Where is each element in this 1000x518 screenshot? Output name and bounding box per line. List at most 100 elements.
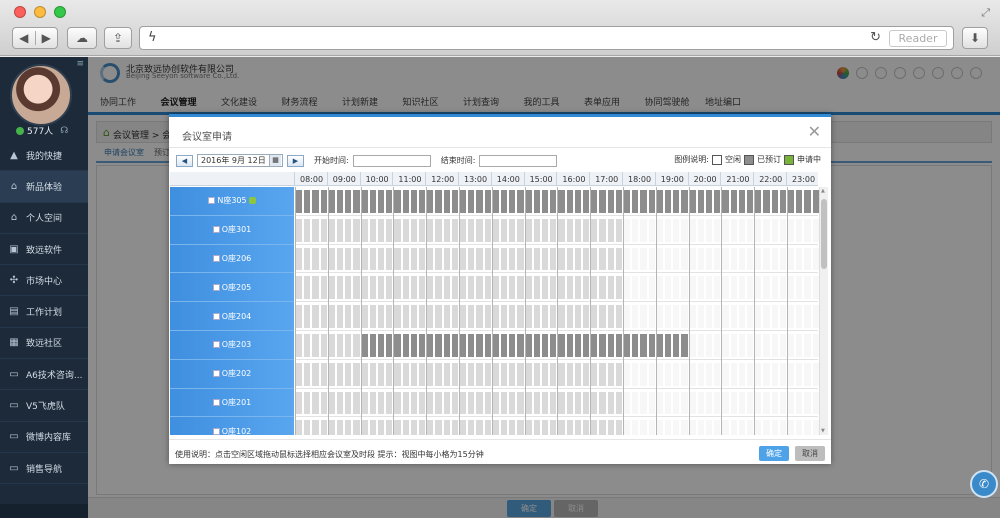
- time-slot-cell[interactable]: [681, 247, 688, 271]
- time-slot-cell[interactable]: [566, 420, 573, 435]
- time-slot-cell[interactable]: [296, 247, 303, 271]
- time-slot-cell[interactable]: [722, 305, 729, 328]
- time-slot-cell[interactable]: [427, 420, 434, 435]
- time-slot-cell[interactable]: [722, 276, 729, 300]
- time-slot-cell[interactable]: [673, 362, 680, 386]
- time-slot-cell[interactable]: [591, 391, 598, 415]
- time-slot-cell[interactable]: [689, 305, 696, 328]
- room-checkbox[interactable]: [212, 370, 220, 378]
- time-slot-cell[interactable]: [402, 247, 409, 271]
- time-slot-cell[interactable]: [738, 420, 745, 435]
- time-slot-cell[interactable]: [599, 190, 606, 213]
- time-slot-cell[interactable]: [796, 391, 803, 415]
- time-slot-cell[interactable]: [312, 190, 319, 213]
- time-slot-cell[interactable]: [796, 305, 803, 328]
- time-slot-cell[interactable]: [460, 247, 467, 271]
- time-slot-cell[interactable]: [796, 334, 803, 357]
- grid-scrollbar[interactable]: ▲ ▼: [819, 187, 828, 435]
- time-slot-cell[interactable]: [681, 362, 688, 386]
- time-slot-cell[interactable]: [632, 362, 639, 386]
- sidebar-item[interactable]: ⌂ 个人空间: [0, 203, 88, 234]
- time-slot-cell[interactable]: [492, 247, 499, 271]
- time-slot-cell[interactable]: [443, 420, 450, 435]
- sidebar-menu-icon[interactable]: ≡: [76, 59, 84, 69]
- time-slot-cell[interactable]: [468, 391, 475, 415]
- start-time-input[interactable]: [352, 154, 431, 167]
- time-slot-cell[interactable]: [640, 247, 647, 271]
- time-slot-cell[interactable]: [328, 218, 335, 242]
- time-slot-cell[interactable]: [402, 276, 409, 300]
- time-slot-cell[interactable]: [501, 391, 508, 415]
- sidebar-item[interactable]: ▭ 销售导航: [0, 453, 88, 485]
- time-slot-cell[interactable]: [320, 276, 327, 300]
- time-slot-cell[interactable]: [460, 334, 467, 357]
- time-slot-cell[interactable]: [533, 362, 540, 386]
- time-slot-cell[interactable]: [738, 218, 745, 242]
- time-slot-cell[interactable]: [599, 334, 606, 357]
- time-slot-cell[interactable]: [673, 276, 680, 300]
- time-slot-cell[interactable]: [706, 420, 713, 435]
- time-slot-cell[interactable]: [755, 190, 762, 213]
- time-slot-cell[interactable]: [656, 218, 663, 242]
- time-slot-cell[interactable]: [328, 247, 335, 271]
- time-slot-cell[interactable]: [501, 305, 508, 328]
- time-slot-cell[interactable]: [296, 276, 303, 300]
- time-slot-cell[interactable]: [763, 391, 770, 415]
- time-slot-cell[interactable]: [427, 305, 434, 328]
- time-slot-cell[interactable]: [714, 420, 721, 435]
- time-slot-cell[interactable]: [296, 420, 303, 435]
- time-slot-cell[interactable]: [755, 305, 762, 328]
- time-slot-cell[interactable]: [525, 391, 532, 415]
- time-slot-cell[interactable]: [320, 334, 327, 357]
- time-slot-cell[interactable]: [656, 190, 663, 213]
- time-slot-cell[interactable]: [419, 218, 426, 242]
- close-icon[interactable]: ✕: [808, 122, 821, 141]
- time-slot-cell[interactable]: [599, 362, 606, 386]
- time-slot-cell[interactable]: [328, 305, 335, 328]
- time-slot-cell[interactable]: [615, 276, 622, 300]
- time-slot-cell[interactable]: [665, 305, 672, 328]
- date-field[interactable]: 2016年 9月 12日 ▦: [197, 154, 283, 167]
- time-slot-cell[interactable]: [632, 276, 639, 300]
- time-slot-cell[interactable]: [320, 305, 327, 328]
- next-day-button[interactable]: ▶: [287, 154, 304, 167]
- time-slot-cell[interactable]: [328, 190, 335, 213]
- time-slot-cell[interactable]: [771, 305, 778, 328]
- time-slot-cell[interactable]: [533, 190, 540, 213]
- time-slot-cell[interactable]: [542, 334, 549, 357]
- time-slot-cell[interactable]: [656, 247, 663, 271]
- time-slot-cell[interactable]: [574, 305, 581, 328]
- time-slot-cell[interactable]: [451, 420, 458, 435]
- time-slot-cell[interactable]: [656, 276, 663, 300]
- time-slot-cell[interactable]: [410, 276, 417, 300]
- time-slot-cell[interactable]: [525, 218, 532, 242]
- time-slot-cell[interactable]: [714, 391, 721, 415]
- time-slot-cell[interactable]: [328, 276, 335, 300]
- time-slot-cell[interactable]: [378, 334, 385, 357]
- time-slot-cell[interactable]: [656, 362, 663, 386]
- time-slot-cell[interactable]: [747, 334, 754, 357]
- time-slot-cell[interactable]: [369, 190, 376, 213]
- time-slot-cell[interactable]: [607, 334, 614, 357]
- sidebar-item[interactable]: ▣ 致远软件: [0, 234, 88, 266]
- time-slot-cell[interactable]: [451, 391, 458, 415]
- time-slot-cell[interactable]: [640, 334, 647, 357]
- time-slot-cell[interactable]: [771, 362, 778, 386]
- time-slot-cell[interactable]: [378, 391, 385, 415]
- time-slot-cell[interactable]: [632, 334, 639, 357]
- time-slot-cell[interactable]: [591, 420, 598, 435]
- time-slot-cell[interactable]: [304, 276, 311, 300]
- time-slot-cell[interactable]: [640, 190, 647, 213]
- time-slot-cell[interactable]: [304, 305, 311, 328]
- time-slot-cell[interactable]: [796, 218, 803, 242]
- time-slot-cell[interactable]: [468, 305, 475, 328]
- time-slot-cell[interactable]: [296, 362, 303, 386]
- time-slot-cell[interactable]: [624, 420, 631, 435]
- time-slot-cell[interactable]: [640, 420, 647, 435]
- time-slot-cell[interactable]: [607, 190, 614, 213]
- time-slot-cell[interactable]: [755, 247, 762, 271]
- time-slot-cell[interactable]: [337, 190, 344, 213]
- sidebar-item[interactable]: ▤ 工作计划: [0, 296, 88, 328]
- resize-icon[interactable]: ⤢: [981, 6, 990, 20]
- time-slot-cell[interactable]: [706, 218, 713, 242]
